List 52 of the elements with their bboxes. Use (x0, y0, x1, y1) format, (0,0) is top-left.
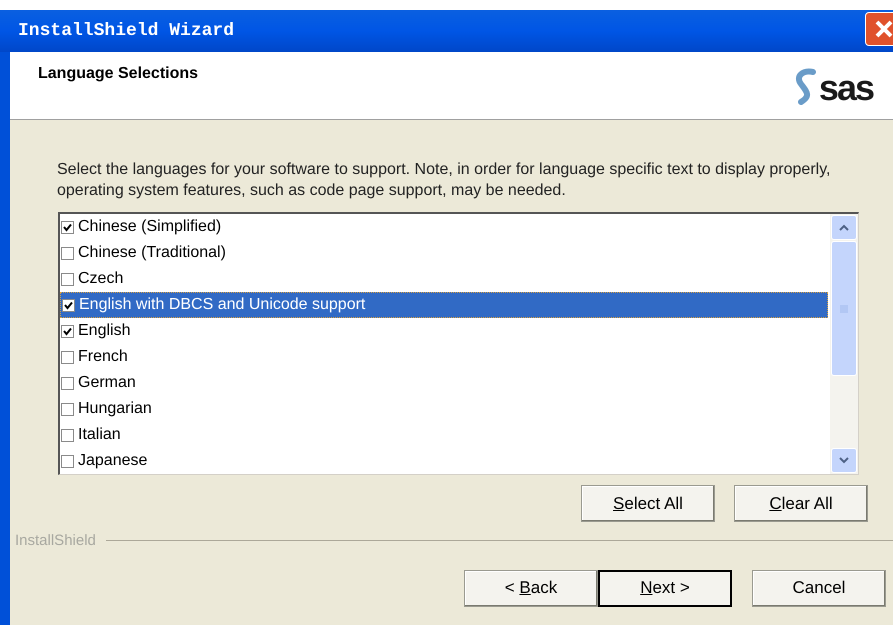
checkbox[interactable] (61, 454, 74, 468)
language-label: German (78, 373, 136, 394)
checkbox[interactable] (61, 324, 74, 338)
language-item[interactable]: Japanese (60, 448, 828, 474)
checkbox[interactable] (61, 428, 74, 442)
clear-all-button[interactable]: Clear All (734, 485, 868, 522)
window-title: InstallShield Wizard (18, 20, 234, 42)
language-item[interactable]: English (60, 318, 828, 344)
scroll-thumb[interactable] (831, 241, 857, 376)
language-label: Japanese (78, 451, 148, 472)
grip-icon (840, 304, 848, 312)
scrollbar[interactable] (830, 214, 858, 474)
close-icon (874, 19, 893, 39)
language-label: Chinese (Simplified) (78, 217, 222, 237)
language-label: English (78, 321, 130, 342)
checkbox[interactable] (61, 376, 74, 390)
logo-text: sas (818, 70, 873, 106)
wizard-button[interactable]: < Back (464, 570, 598, 606)
checkbox[interactable] (61, 220, 74, 234)
chevron-up-icon (839, 224, 849, 231)
checkbox[interactable] (62, 298, 75, 312)
language-label: Hungarian (78, 399, 152, 420)
language-item[interactable]: Italian (60, 422, 828, 448)
wizard-button[interactable]: Cancel (752, 570, 886, 606)
check-icon (64, 300, 73, 310)
brand-label: InstallShield (14, 531, 97, 551)
page-title: Language Selections (38, 64, 198, 84)
language-label: Czech (78, 269, 124, 289)
language-item[interactable]: Chinese (Simplified) (60, 214, 828, 240)
checkbox[interactable] (61, 350, 74, 364)
language-item[interactable]: Hungarian (60, 396, 828, 422)
language-label: English with DBCS and Unicode support (79, 295, 366, 315)
checkbox[interactable] (61, 402, 74, 416)
wizard-button[interactable]: Next > (598, 570, 732, 606)
check-icon (63, 222, 72, 232)
language-label: French (78, 347, 128, 368)
check-icon (63, 326, 72, 336)
language-label: Chinese (Traditional) (78, 243, 226, 263)
scroll-down-button[interactable] (831, 448, 857, 473)
scroll-up-button[interactable] (831, 215, 857, 240)
description: Select the languages for your software to support. Note, in order for language specific text to display properly, operating system features, such as code page support, may be needed. (57, 160, 832, 201)
language-item[interactable]: French (60, 344, 828, 370)
close-button[interactable] (865, 12, 893, 46)
chevron-down-icon (839, 457, 849, 464)
language-item[interactable]: German (60, 370, 828, 396)
language-label: Italian (78, 425, 121, 446)
checkbox[interactable] (61, 246, 74, 260)
language-item[interactable]: English with DBCS and Unicode support (60, 292, 828, 318)
language-item[interactable]: Czech (60, 266, 828, 292)
checkbox[interactable] (61, 272, 74, 286)
select-all-button[interactable]: Select All (581, 485, 715, 522)
language-item[interactable]: Chinese (Traditional) (60, 240, 828, 266)
